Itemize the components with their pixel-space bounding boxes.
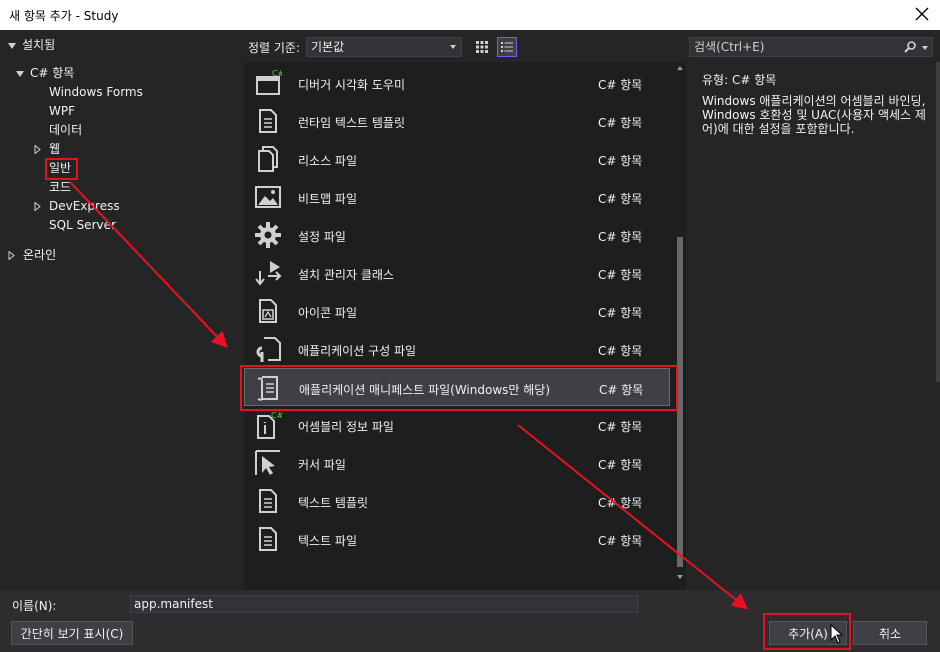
template-tree: 설치됨 C# 항목 Windows Forms WPF 데이터 웹 일반 코드 …: [0, 30, 244, 590]
list-item[interactable]: 설치 관리자 클래스 C# 항목: [244, 254, 670, 292]
app-config-icon: [256, 337, 281, 362]
collapsed-arrow-icon: [34, 145, 41, 154]
list-view-icon: [501, 42, 513, 52]
settings-gear-icon: [255, 222, 281, 248]
list-item[interactable]: 텍스트 템플릿 C# 항목: [244, 482, 670, 520]
sort-label: 정렬 기준:: [248, 41, 301, 55]
svg-text:C#: C#: [271, 411, 282, 420]
list-item[interactable]: 리소스 파일 C# 항목: [244, 140, 670, 178]
name-input[interactable]: app.manifest: [130, 595, 638, 613]
details-panel: 유형: C# 항목 Windows 애플리케이션의 어셈블리 바인딩, Wind…: [688, 62, 936, 590]
search-icon: [904, 41, 916, 53]
item-type-line: 유형: C# 항목: [702, 73, 777, 87]
icon-file-icon: [259, 299, 277, 323]
assembly-info-icon: C#: [257, 411, 282, 439]
list-item[interactable]: 설정 파일 C# 항목: [244, 216, 670, 254]
tree-item-windows-forms[interactable]: Windows Forms: [49, 83, 143, 102]
compact-view-button[interactable]: 간단히 보기 표시(C): [11, 621, 133, 645]
list-item[interactable]: C# 디버거 시각화 도우미 C# 항목: [244, 64, 670, 102]
details-scrollbar[interactable]: [936, 62, 940, 382]
close-icon: [915, 7, 929, 21]
list-item[interactable]: 아이콘 파일 C# 항목: [244, 292, 670, 330]
grid-view-icon: [476, 41, 488, 53]
scroll-down-icon[interactable]: [677, 575, 683, 579]
manifest-highlight-box: [240, 365, 678, 411]
runtime-text-template-icon: [259, 109, 277, 133]
grid-view-button[interactable]: [472, 37, 492, 57]
search-input[interactable]: 검색(Ctrl+E): [689, 37, 933, 57]
resource-file-icon: [258, 146, 278, 172]
list-item[interactable]: 비트맵 파일 C# 항목: [244, 178, 670, 216]
list-item[interactable]: C# 어셈블리 정보 파일 C# 항목: [244, 406, 670, 444]
tree-item-sql-server[interactable]: SQL Server: [49, 216, 116, 235]
mouse-cursor-icon: [830, 624, 844, 644]
svg-text:C#: C#: [272, 69, 282, 78]
tree-item-data[interactable]: 데이터: [49, 121, 82, 140]
list-item[interactable]: 런타임 텍스트 템플릿 C# 항목: [244, 102, 670, 140]
chevron-down-icon[interactable]: [922, 46, 928, 50]
item-description: Windows 애플리케이션의 어셈블리 바인딩, Windows 호환성 및 …: [702, 94, 926, 136]
name-label: 이름(N):: [12, 599, 57, 613]
expanded-arrow-icon: [16, 71, 24, 77]
list-scrollbar[interactable]: [674, 62, 686, 590]
bitmap-file-icon: [255, 186, 281, 208]
list-item[interactable]: 커서 파일 C# 항목: [244, 444, 670, 482]
debugger-visualizer-icon: C#: [256, 69, 282, 95]
tree-item-code[interactable]: 코드: [49, 178, 71, 197]
close-button[interactable]: [910, 2, 934, 26]
cancel-button[interactable]: 취소: [853, 621, 927, 645]
collapsed-arrow-icon: [34, 202, 41, 211]
window-title: 새 항목 추가 - Study: [9, 9, 119, 23]
list-view-button[interactable]: [497, 37, 517, 57]
tree-item-wpf[interactable]: WPF: [49, 102, 75, 121]
sort-dropdown[interactable]: 기본값: [306, 37, 462, 57]
title-bar: 새 항목 추가 - Study: [0, 0, 940, 30]
template-list: C# 디버거 시각화 도우미 C# 항목 런타임 텍스트 템플릿 C# 항목 리…: [244, 62, 686, 590]
installer-class-icon: [255, 261, 282, 286]
collapsed-arrow-icon: [8, 251, 15, 260]
expanded-arrow-icon: [8, 43, 16, 49]
text-template-icon: [259, 489, 277, 513]
chevron-down-icon: [450, 45, 456, 49]
list-item[interactable]: 텍스트 파일 C# 항목: [244, 520, 670, 558]
general-highlight-box: [45, 158, 78, 180]
cursor-file-icon: [255, 450, 280, 475]
list-item[interactable]: 애플리케이션 구성 파일 C# 항목: [244, 330, 670, 368]
scroll-up-icon[interactable]: [677, 66, 683, 70]
list-toolbar: 정렬 기준: 기본값: [244, 30, 686, 62]
text-file-icon: [259, 527, 277, 551]
